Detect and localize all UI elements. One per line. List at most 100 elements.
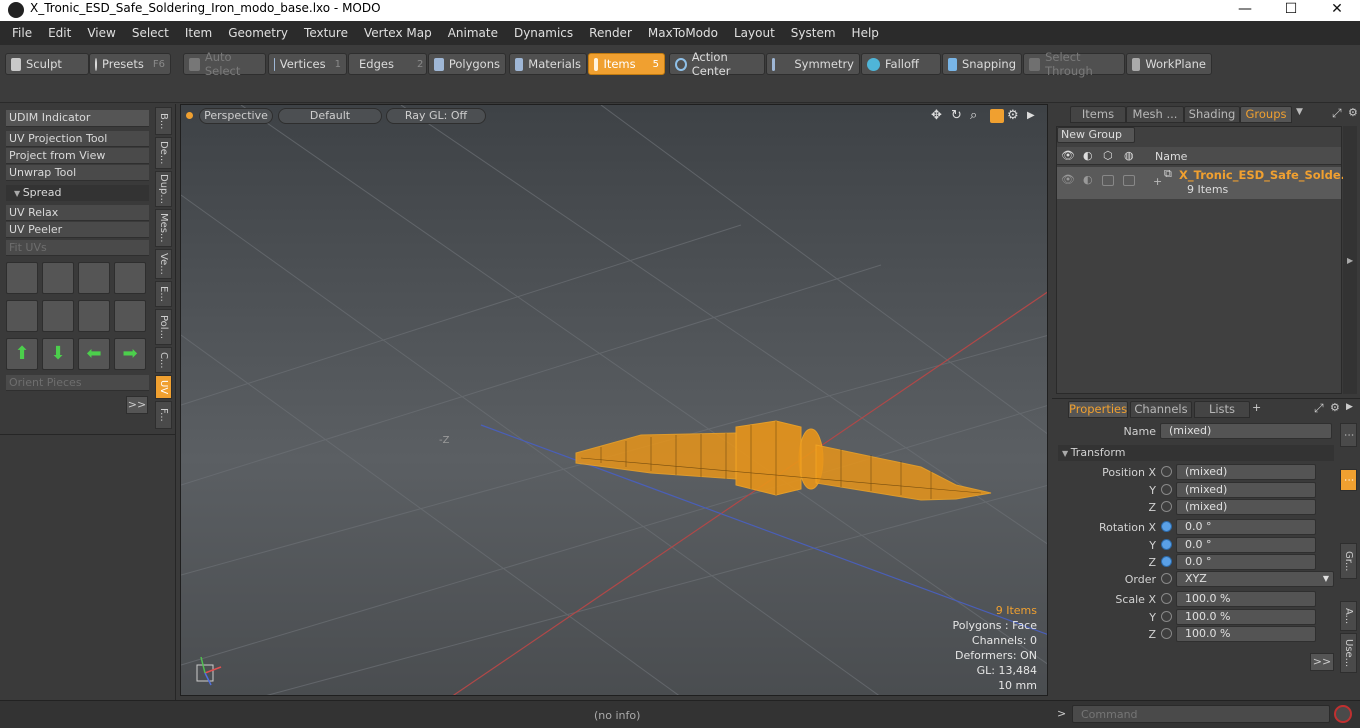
uv-perspective-icon[interactable] xyxy=(78,300,110,332)
row-select-checkbox[interactable] xyxy=(1123,175,1135,186)
menu-view[interactable]: View xyxy=(79,26,123,40)
tab-fusion[interactable]: F... xyxy=(155,401,172,429)
record-icon[interactable] xyxy=(1334,705,1352,723)
side-tab-a[interactable]: A... xyxy=(1340,601,1357,631)
menu-animate[interactable]: Animate xyxy=(440,26,506,40)
orient-pieces-button[interactable]: Orient Pieces xyxy=(6,375,149,391)
position-y-key-dot[interactable] xyxy=(1161,484,1172,495)
properties-expand-icon[interactable]: ⤢ xyxy=(1314,401,1324,416)
viewport-settings-gear-icon[interactable]: ⚙ xyxy=(1007,109,1021,123)
visibility-eye-icon[interactable]: 👁 xyxy=(1061,149,1075,162)
align-left-icon[interactable]: ⬅ xyxy=(78,338,110,370)
scale-z-field[interactable]: 100.0 % xyxy=(1176,626,1316,642)
3d-viewport[interactable]: -Z Perspective Default Ray GL: Off ✥ ↻ ⌕… xyxy=(180,104,1048,696)
items-mode-button[interactable]: Items 5 xyxy=(588,53,665,75)
zoom-icon[interactable]: ⌕ xyxy=(970,109,984,123)
rotation-y-field[interactable]: 0.0 ° xyxy=(1176,537,1316,553)
scale-y-field[interactable]: 100.0 % xyxy=(1176,609,1316,625)
rotation-z-key-dot[interactable] xyxy=(1161,556,1172,567)
tab-mesh-edit[interactable]: Mes... xyxy=(155,209,172,247)
materials-mode-button[interactable]: Materials xyxy=(509,53,587,75)
soldering-iron-model[interactable] xyxy=(575,420,992,501)
uv-relax-button[interactable]: UV Relax xyxy=(6,205,149,221)
position-x-key-dot[interactable] xyxy=(1161,466,1172,477)
uv-rotate-icon[interactable] xyxy=(42,262,74,294)
tab-curve[interactable]: C... xyxy=(155,347,172,373)
name-field[interactable]: (mixed) xyxy=(1160,423,1332,439)
side-tab-user[interactable]: Use... xyxy=(1340,633,1357,673)
uv-projection-tool-button[interactable]: UV Projection Tool xyxy=(6,131,149,147)
fit-uvs-button[interactable]: Fit UVs xyxy=(6,240,149,256)
polygons-mode-button[interactable]: Polygons xyxy=(428,53,506,75)
tab-vertex[interactable]: Ve... xyxy=(155,249,172,279)
uv-peeler-button[interactable]: UV Peeler xyxy=(6,222,149,238)
menu-vertex-map[interactable]: Vertex Map xyxy=(356,26,440,40)
position-y-field[interactable]: (mixed) xyxy=(1176,482,1316,498)
tab-properties[interactable]: Properties xyxy=(1068,401,1128,418)
edges-mode-button[interactable]: Edges 2 xyxy=(348,53,427,75)
row-render-icon[interactable]: ◐ xyxy=(1083,173,1093,186)
menu-geometry[interactable]: Geometry xyxy=(220,26,296,40)
row-visibility-eye-icon[interactable]: 👁 xyxy=(1061,173,1075,186)
align-right-icon[interactable]: ➡ xyxy=(114,338,146,370)
pan-icon[interactable]: ✥ xyxy=(931,109,945,123)
tab-items[interactable]: Items xyxy=(1070,106,1126,123)
order-key-dot[interactable] xyxy=(1161,573,1172,584)
tab-groups[interactable]: Groups xyxy=(1240,106,1292,123)
perspective-button[interactable]: Perspective xyxy=(199,108,273,124)
menu-help[interactable]: Help xyxy=(844,26,887,40)
tab-edge[interactable]: E... xyxy=(155,281,172,307)
presets-button[interactable]: Presets F6 xyxy=(89,53,171,75)
tab-polygon[interactable]: Pol... xyxy=(155,309,172,345)
side-tab-groups[interactable]: Gr... xyxy=(1340,543,1357,579)
position-z-field[interactable]: (mixed) xyxy=(1176,499,1316,515)
uv-planar-icon[interactable] xyxy=(42,300,74,332)
uv-box-icon[interactable] xyxy=(114,262,146,294)
rotation-y-key-dot[interactable] xyxy=(1161,539,1172,550)
menu-system[interactable]: System xyxy=(783,26,844,40)
udim-indicator-button[interactable]: UDIM Indicator xyxy=(6,110,149,127)
menu-edit[interactable]: Edit xyxy=(40,26,79,40)
project-from-view-button[interactable]: Project from View xyxy=(6,148,149,164)
auto-select-button[interactable]: Auto Select xyxy=(183,50,266,78)
raygl-button[interactable]: Ray GL: Off xyxy=(386,108,486,124)
snapping-button[interactable]: Snapping xyxy=(942,53,1022,75)
minimize-button[interactable]: — xyxy=(1222,0,1268,21)
menu-file[interactable]: File xyxy=(4,26,40,40)
align-up-icon[interactable]: ⬆ xyxy=(6,338,38,370)
groups-settings-gear-icon[interactable]: ⚙ xyxy=(1348,106,1358,119)
expand-plus-icon[interactable]: + xyxy=(1153,175,1162,188)
vertices-mode-button[interactable]: Vertices 1 xyxy=(268,53,347,75)
tab-deform[interactable]: De... xyxy=(155,137,172,169)
render-icon[interactable]: ◐ xyxy=(1083,149,1093,162)
tab-mesh[interactable]: Mesh ... xyxy=(1126,106,1184,123)
select-through-button[interactable]: Select Through xyxy=(1023,50,1125,78)
groups-scrollbar[interactable]: ▶ xyxy=(1343,126,1357,394)
rotation-x-field[interactable]: 0.0 ° xyxy=(1176,519,1316,535)
maximize-button[interactable]: ☐ xyxy=(1268,0,1314,21)
menu-dynamics[interactable]: Dynamics xyxy=(506,26,581,40)
tab-duplicate[interactable]: Dup... xyxy=(155,171,172,207)
menu-maxtomodo[interactable]: MaxToModo xyxy=(640,26,726,40)
expand-panel-icon[interactable]: ⤢ xyxy=(1332,106,1342,121)
scale-x-key-dot[interactable] xyxy=(1161,593,1172,604)
uv-sphere-icon[interactable] xyxy=(114,300,146,332)
default-shading-button[interactable]: Default xyxy=(278,108,382,124)
uv-cylinder-icon[interactable] xyxy=(6,300,38,332)
unwrap-tool-button[interactable]: Unwrap Tool xyxy=(6,165,149,181)
rotation-x-key-dot[interactable] xyxy=(1161,521,1172,532)
menu-select[interactable]: Select xyxy=(124,26,177,40)
menu-item[interactable]: Item xyxy=(177,26,220,40)
viewport-menu-arrow-icon[interactable]: ▶ xyxy=(1027,109,1037,123)
falloff-button[interactable]: Falloff xyxy=(861,53,941,75)
tab-basic[interactable]: B... xyxy=(155,107,172,135)
properties-menu-arrow-icon[interactable]: ▶ xyxy=(1346,402,1353,412)
rotation-z-field[interactable]: 0.0 ° xyxy=(1176,554,1316,570)
command-input[interactable] xyxy=(1072,705,1330,723)
tabs-dropdown-icon[interactable]: ▼ xyxy=(1296,107,1303,117)
close-button[interactable]: ✕ xyxy=(1314,0,1360,21)
spread-section-header[interactable]: ▼ Spread xyxy=(6,185,149,201)
align-down-icon[interactable]: ⬇ xyxy=(42,338,74,370)
side-tab-1[interactable]: ⋮ xyxy=(1340,423,1357,447)
rotate-view-icon[interactable]: ↻ xyxy=(951,109,965,123)
